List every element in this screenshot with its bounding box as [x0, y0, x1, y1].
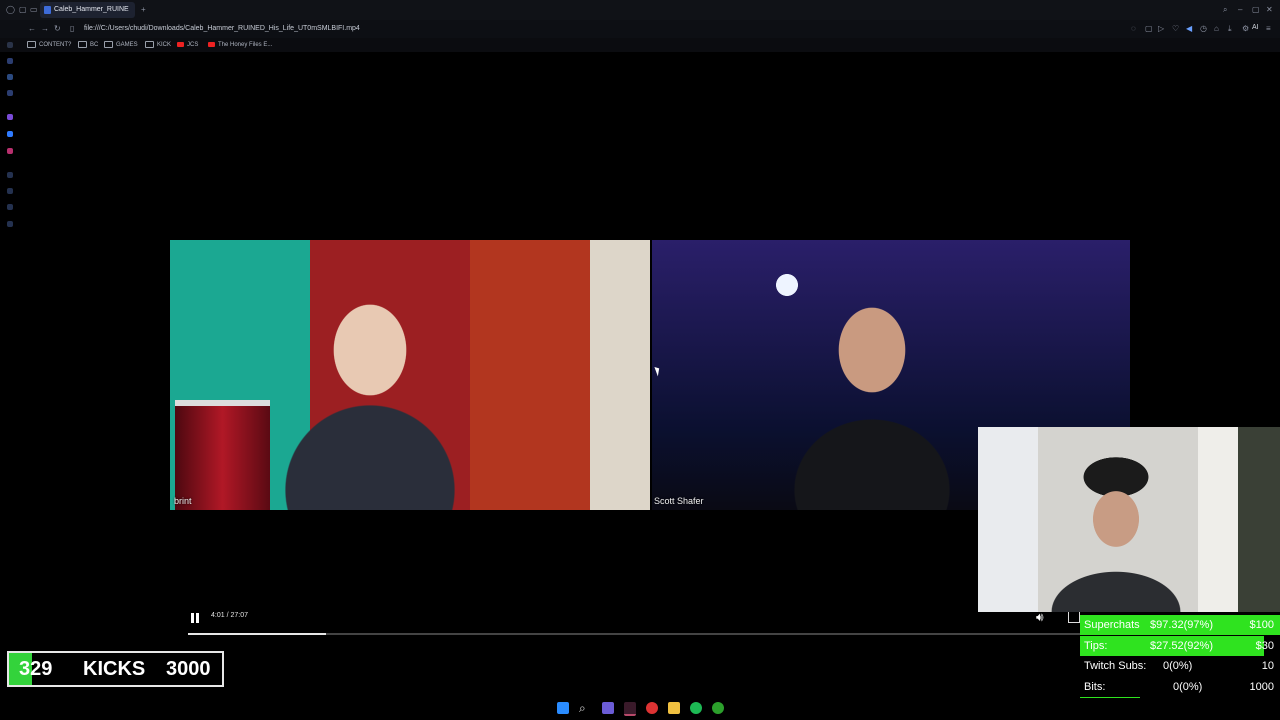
extension-icon[interactable]: ◌ — [1131, 24, 1136, 34]
xbox-icon[interactable] — [712, 702, 724, 714]
participant-name-left: brint — [174, 496, 192, 506]
folder-icon — [27, 40, 36, 48]
donation-value: $97.32(97%) — [1150, 619, 1213, 631]
seek-bar[interactable] — [188, 633, 1088, 635]
spotify-icon[interactable] — [690, 702, 702, 714]
sidebar-instagram-icon[interactable] — [7, 148, 13, 154]
folder-icon — [145, 40, 154, 48]
sidebar-notes-icon[interactable] — [7, 90, 13, 96]
fullscreen-icon[interactable] — [1068, 611, 1080, 623]
donation-goal: 1000 — [1249, 680, 1274, 693]
sidebar-home-icon[interactable] — [7, 42, 13, 48]
donation-row: Superchats $97.32(97%) $100 — [1080, 615, 1280, 635]
screenshot-icon[interactable]: ▢ — [1145, 24, 1153, 34]
sidebar-settings-icon[interactable] — [7, 221, 13, 227]
sidebar-history-icon[interactable] — [7, 172, 13, 178]
video-participant-left: brint — [170, 240, 650, 510]
close-window-icon[interactable]: ✕ — [1266, 5, 1273, 15]
donation-goal: $100 — [1249, 619, 1274, 631]
lock-icon[interactable]: ⌂ — [1214, 24, 1219, 34]
url-field[interactable]: file:///C:/Users/chudi/Downloads/Caleb_H… — [84, 20, 360, 38]
workspaces-icon[interactable]: ▢ — [19, 5, 27, 15]
donation-row: Tips: $27.52(92%) $30 — [1080, 635, 1280, 656]
chrome-icon[interactable] — [646, 702, 658, 714]
sidebar-account-icon[interactable] — [7, 58, 13, 64]
kicks-label: KICKS — [83, 658, 146, 680]
donation-label: Superchats — [1084, 619, 1140, 631]
search-icon[interactable]: ⌕ — [579, 702, 591, 714]
maximize-icon[interactable]: ▢ — [1252, 5, 1260, 15]
media-play-icon[interactable]: ▷ — [1158, 24, 1164, 34]
seek-bar-played — [188, 633, 326, 635]
minimize-icon[interactable]: – — [1238, 5, 1242, 15]
webcam-overlay — [978, 427, 1280, 612]
donation-value: 0(0%) — [1173, 680, 1203, 693]
tab-active[interactable]: Caleb_Hammer_RUINE — [40, 2, 135, 18]
folder-icon — [78, 40, 87, 48]
ai-button[interactable]: AI — [1252, 24, 1259, 31]
donation-goal: $30 — [1255, 639, 1274, 652]
kicks-current: 329 — [19, 658, 53, 680]
browser-logo-icon[interactable]: ◯ — [6, 5, 15, 15]
page-info-icon[interactable]: ▯ — [70, 24, 74, 34]
donation-label: Bits: — [1084, 680, 1106, 693]
file-favicon-icon — [44, 6, 51, 14]
search-tabs-icon[interactable]: ⌕ — [1223, 5, 1227, 15]
tab-title: Caleb_Hammer_RUINE — [54, 6, 129, 13]
donation-row: Twitch Subs: 0(0%) 10 — [1080, 656, 1280, 676]
reload-icon[interactable]: ↻ — [54, 24, 61, 34]
bookmark-kick[interactable]: KICK — [145, 38, 171, 52]
donation-value: $27.52(92%) — [1150, 639, 1213, 652]
bookmark-jcs[interactable]: JCS — [177, 38, 198, 52]
browser-taskbar-icon[interactable] — [624, 702, 636, 716]
bookmark-honey-files[interactable]: The Honey Files E... — [208, 38, 272, 52]
audio-icon[interactable]: ◀ — [1186, 24, 1192, 34]
taskbar — [0, 698, 1280, 720]
volume-icon[interactable]: 🔊︎ — [1036, 610, 1050, 624]
bookmark-heart-icon[interactable]: ♡ — [1172, 24, 1179, 34]
donation-value: 0(0%) — [1163, 660, 1193, 673]
pause-icon-bar — [196, 613, 199, 623]
donation-label: Twitch Subs: — [1084, 660, 1147, 673]
bookmark-games[interactable]: GAMES — [104, 38, 138, 52]
sidebar-chat-icon[interactable] — [7, 74, 13, 80]
file-explorer-icon[interactable] — [668, 702, 680, 714]
kicks-goal: 3000 — [166, 658, 211, 680]
back-icon[interactable]: ← — [28, 24, 36, 34]
menu-icon[interactable]: ≡ — [1266, 24, 1271, 34]
participant-name-right: Scott Shafer — [654, 496, 704, 506]
tab-bar: ◯ ▢ ▭ Caleb_Hammer_RUINE + ⌕ – ▢ ✕ — [0, 0, 1280, 20]
settings-icon[interactable]: ⚙ — [1242, 24, 1249, 34]
folder-icon — [104, 40, 113, 48]
pause-icon — [191, 613, 194, 623]
bookmark-content[interactable]: CONTENT? — [27, 38, 71, 52]
discord-icon[interactable] — [602, 702, 614, 714]
bookmark-bc[interactable]: BC — [78, 38, 98, 52]
sidebar-messenger-icon[interactable] — [7, 131, 13, 137]
tab-list-icon[interactable]: ▭ — [30, 5, 38, 15]
sidebar-twitch-icon[interactable] — [7, 114, 13, 120]
donation-goal: 10 — [1261, 660, 1274, 673]
time-display: 4:01 / 27:07 — [211, 612, 248, 619]
new-tab-icon[interactable]: + — [141, 5, 146, 15]
forward-icon[interactable]: → — [41, 24, 49, 34]
history-icon[interactable]: ◷ — [1200, 24, 1207, 34]
drum-image — [175, 400, 270, 510]
donation-row: Bits: 0(0%) 1000 — [1080, 677, 1280, 697]
pause-button[interactable] — [188, 611, 202, 625]
download-icon[interactable]: ⤓ — [1228, 24, 1232, 34]
sidebar-clock-icon[interactable] — [7, 188, 13, 194]
youtube-icon — [208, 41, 215, 47]
sidebar-downloads-icon[interactable] — [7, 204, 13, 210]
kicks-goal-widget: 329 KICKS 3000 — [7, 651, 224, 687]
start-menu-icon[interactable] — [557, 702, 569, 714]
youtube-icon — [177, 41, 184, 47]
donation-label: Tips: — [1084, 639, 1108, 652]
